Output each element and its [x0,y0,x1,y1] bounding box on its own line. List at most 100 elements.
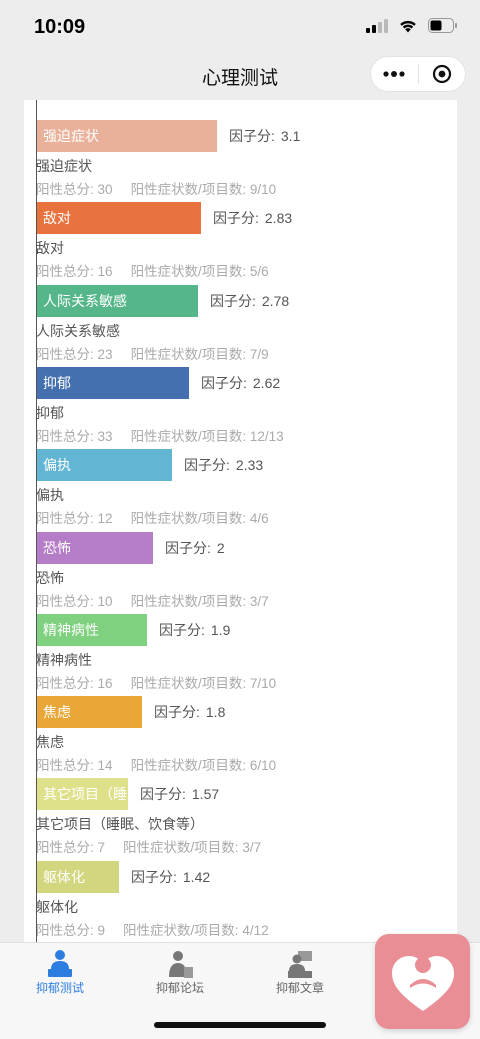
factor-score-label: 因子分: [165,540,211,556]
positive-ratio-label: 阳性症状数/项目数: [130,182,247,197]
factor-name: 偏执 [36,487,64,503]
positive-ratio-value: 9/10 [249,182,277,197]
positive-total-label: 阳性总分: [36,840,94,855]
positive-total-label: 阳性总分: [36,758,94,773]
factor-score-value: 2.62 [252,375,281,391]
positive-total-value: 7 [97,840,106,855]
factor-bar: 躯体化 [37,861,119,893]
factor-item: 焦虑 因子分: 1.8 焦虑 阳性总分: 14 阳性症状数/项目数: 6/10 [24,696,457,778]
status-icons [366,18,458,33]
positive-ratio-label: 阳性症状数/项目数: [123,923,239,938]
positive-total-label: 阳性总分: [36,347,94,362]
factor-name: 敌对 [36,240,64,256]
factor-score: 因子分: 3.1 [229,120,300,152]
factor-score: 因子分: 2.83 [213,202,292,234]
nav-bar: 心理测试 [0,52,480,100]
target-close-icon [432,64,451,84]
factor-bar: 其它项目（睡 [37,778,128,810]
factor-item: 躯体化 因子分: 1.42 躯体化 阳性总分: 9 阳性症状数/项目数: 4/12 [24,861,457,942]
positive-ratio-label: 阳性症状数/项目数: [130,429,247,444]
factor-item: 人际关系敏感 因子分: 2.78 人际关系敏感 阳性总分: 23 阳性症状数/项目数: 7… [24,285,457,367]
status-bar: 10:09 [0,0,480,52]
positive-total-label: 阳性总分: [36,923,94,938]
factor-score: 因子分: 2.62 [201,367,280,399]
positive-total-value: 9 [97,923,106,938]
factor-name: 抑郁 [36,405,64,421]
factor-score-label: 因子分: [154,704,200,720]
factor-stats: 阳性总分: 12 阳性症状数/项目数: 4/6 [36,507,269,527]
factor-name: 其它项目（睡眠、饮食等） [36,816,204,832]
factor-stats: 阳性总分: 14 阳性症状数/项目数: 6/10 [36,754,276,774]
factor-bar: 恐怖 [37,532,153,564]
factor-item: 精神病性 因子分: 1.9 精神病性 阳性总分: 16 阳性症状数/项目数: 7/10 [24,614,457,696]
positive-ratio-label: 阳性症状数/项目数: [130,511,247,526]
positive-total-value: 23 [97,347,113,362]
positive-ratio-value: 3/7 [242,840,262,855]
positive-total-label: 阳性总分: [36,676,94,691]
tab-depression-test[interactable]: 抑郁测试 [0,943,120,1003]
positive-ratio-value: 7/10 [249,676,277,691]
factor-stats: 阳性总分: 33 阳性症状数/项目数: 12/13 [36,425,284,445]
tab-depression-forum[interactable]: 抑郁论坛 [120,943,240,1003]
factor-bar: 敌对 [37,202,201,234]
heart-person-icon [391,955,454,1011]
factor-name: 焦虑 [36,734,64,750]
factor-score-value: 2 [216,540,225,556]
factor-score: 因子分: 2.33 [184,449,263,481]
factor-score-label: 因子分: [159,622,205,638]
factor-score-label: 因子分: [131,869,177,885]
tab-label: 抑郁测试 [35,981,84,995]
close-miniprogram-button[interactable] [419,57,466,91]
factor-name: 躯体化 [36,899,78,915]
factor-name: 恐怖 [36,570,64,586]
factor-stats: 阳性总分: 10 阳性症状数/项目数: 3/7 [36,590,269,610]
factor-name: 强迫症状 [36,158,92,174]
factor-bar: 偏执 [37,449,172,481]
factor-score-label: 因子分: [201,375,247,391]
signal-icon [366,18,388,33]
factor-score-value: 1.42 [182,869,211,885]
factor-score: 因子分: 2 [165,532,225,564]
miniprogram-capsule [370,56,466,92]
positive-ratio-label: 阳性症状数/项目数: [130,264,247,279]
factor-score-value: 3.1 [280,128,301,144]
factor-score-label: 因子分: [184,457,230,473]
factor-score-value: 2.78 [261,293,290,309]
factor-stats: 阳性总分: 7 阳性症状数/项目数: 3/7 [36,836,261,856]
positive-ratio-value: 4/6 [249,511,269,526]
factor-bar: 强迫症状 [37,120,217,152]
positive-ratio-value: 12/13 [249,429,284,444]
positive-total-value: 16 [97,264,113,279]
factor-bar: 焦虑 [37,696,142,728]
factor-score: 因子分: 2.78 [210,285,289,317]
factor-score-label: 因子分: [213,210,259,226]
status-time: 10:09 [34,16,86,38]
factor-score-value: 2.33 [235,457,264,473]
factor-score: 因子分: 1.57 [140,778,219,810]
factor-name: 人际关系敏感 [36,323,120,339]
factor-item: 敌对 因子分: 2.83 敌对 阳性总分: 16 阳性症状数/项目数: 5/6 [24,202,457,284]
factor-item: 偏执 因子分: 2.33 偏执 阳性总分: 12 阳性症状数/项目数: 4/6 [24,449,457,531]
positive-ratio-value: 4/12 [242,923,269,938]
factor-item: 强迫症状 因子分: 3.1 强迫症状 阳性总分: 30 阳性症状数/项目数: 9/10 [24,120,457,202]
positive-total-value: 16 [97,676,113,691]
positive-ratio-value: 3/7 [249,594,269,609]
factor-stats: 阳性总分: 16 阳性症状数/项目数: 5/6 [36,260,269,280]
factor-stats: 阳性总分: 23 阳性症状数/项目数: 7/9 [36,343,269,363]
positive-ratio-label: 阳性症状数/项目数: [130,594,247,609]
factor-score-label: 因子分: [210,293,256,309]
factor-item: 抑郁 因子分: 2.62 抑郁 阳性总分: 33 阳性症状数/项目数: 12/13 [24,367,457,449]
positive-total-value: 33 [97,429,113,444]
floating-heart-button[interactable] [375,934,470,1029]
tab-label: 抑郁文章 [275,981,324,995]
more-button[interactable] [371,57,418,91]
factor-score-value: 1.8 [205,704,226,720]
factor-name: 精神病性 [36,652,92,668]
factor-stats: 阳性总分: 30 阳性症状数/项目数: 9/10 [36,178,276,198]
home-indicator [154,1022,326,1028]
factor-score: 因子分: 1.9 [159,614,230,646]
positive-ratio-value: 7/9 [249,347,269,362]
tab-depression-articles[interactable]: 抑郁文章 [240,943,360,1003]
person-article-icon [288,951,312,978]
positive-ratio-label: 阳性症状数/项目数: [130,758,247,773]
